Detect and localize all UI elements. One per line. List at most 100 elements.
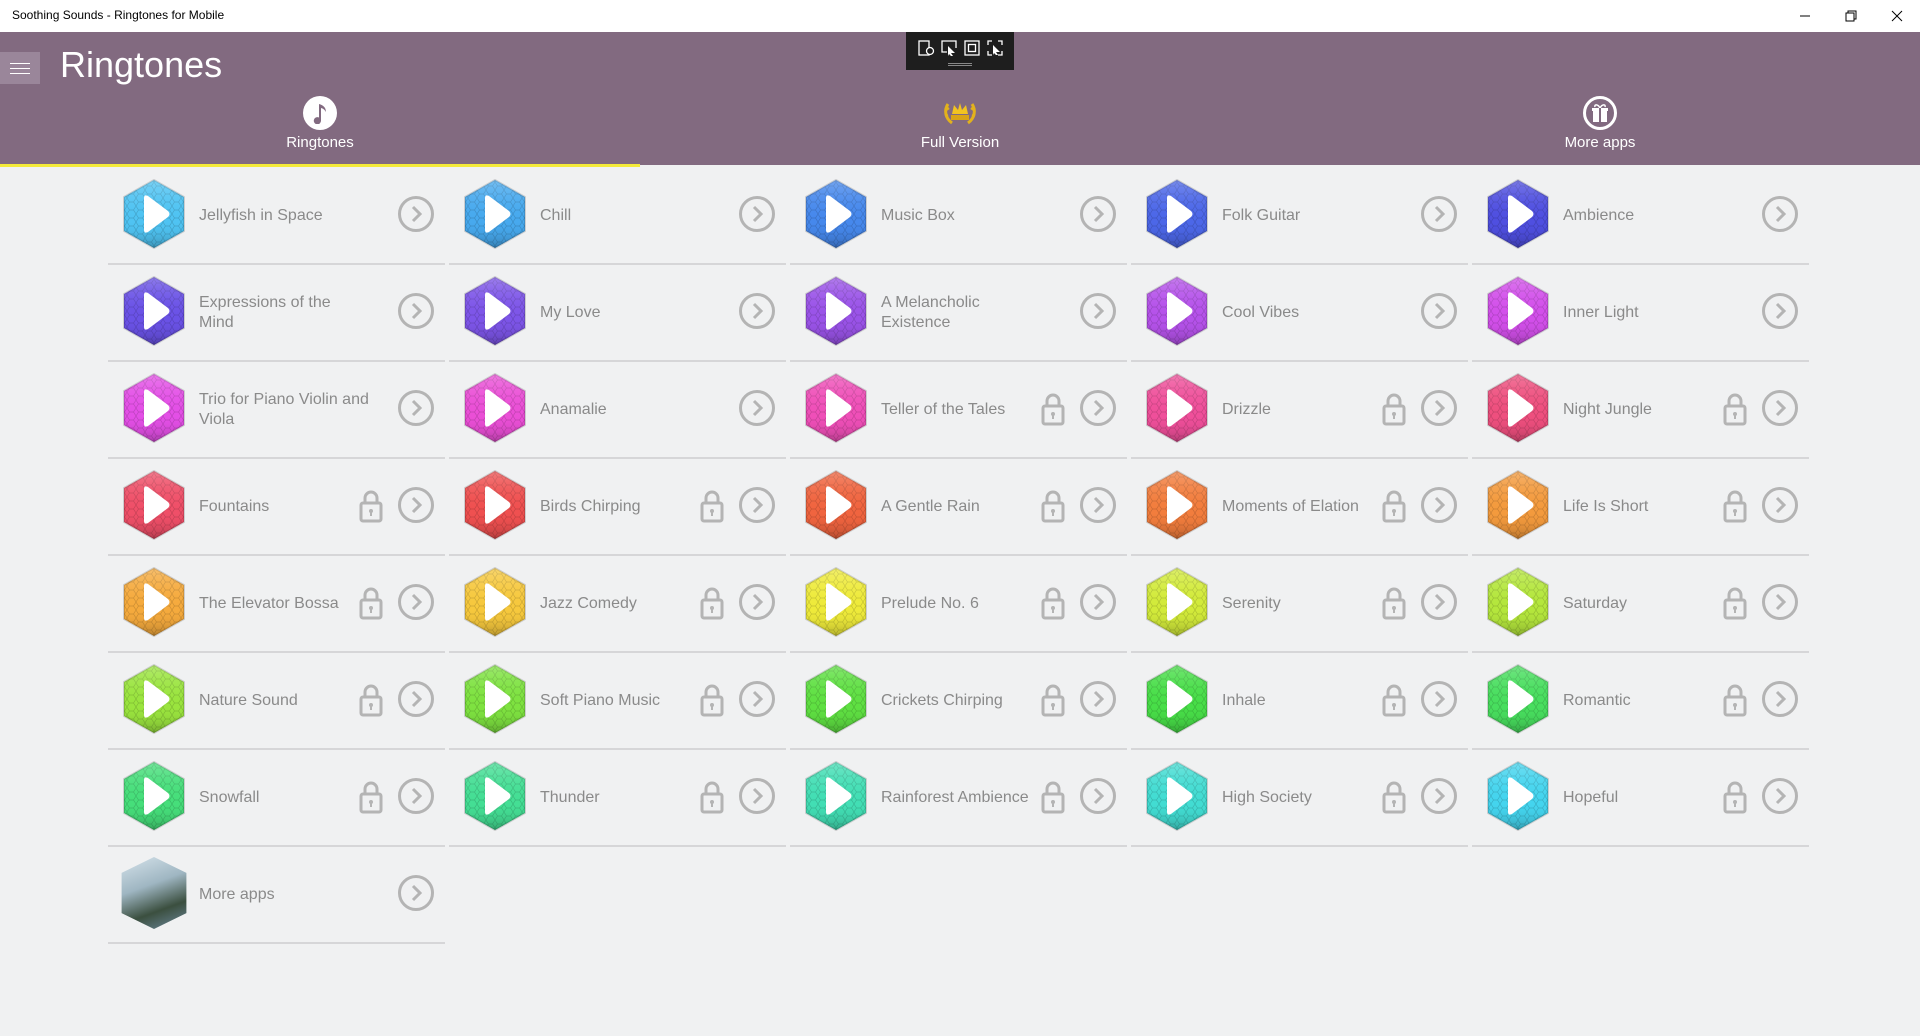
play-button[interactable] [1482, 275, 1554, 347]
ringtone-item[interactable]: My Love [449, 265, 786, 362]
play-button[interactable] [800, 760, 872, 832]
ringtone-item[interactable]: Birds Chirping [449, 459, 786, 556]
ringtone-item[interactable]: Fountains [108, 459, 445, 556]
ringtone-item[interactable]: The Elevator Bossa [108, 556, 445, 653]
open-details-button[interactable] [1421, 487, 1457, 523]
ringtone-item[interactable]: Jellyfish in Space [108, 168, 445, 265]
play-button[interactable] [118, 275, 190, 347]
restore-button[interactable] [1828, 0, 1874, 32]
play-button[interactable] [459, 372, 531, 444]
play-button[interactable] [800, 372, 872, 444]
open-details-button[interactable] [1762, 390, 1798, 426]
ringtone-item[interactable]: A Gentle Rain [790, 459, 1127, 556]
play-button[interactable] [118, 663, 190, 735]
open-details-button[interactable] [398, 293, 434, 329]
open-details-button[interactable] [1762, 681, 1798, 717]
open-details-button[interactable] [1080, 293, 1116, 329]
open-details-button[interactable] [1421, 778, 1457, 814]
open-details-button[interactable] [739, 778, 775, 814]
ringtone-item[interactable]: Romantic [1472, 653, 1809, 750]
ringtone-item[interactable]: Life Is Short [1472, 459, 1809, 556]
ringtone-item[interactable]: Hopeful [1472, 750, 1809, 847]
ringtone-item[interactable]: High Society [1131, 750, 1468, 847]
ringtone-item[interactable]: Rainforest Ambience [790, 750, 1127, 847]
play-button[interactable] [1141, 372, 1213, 444]
open-details-button[interactable] [398, 778, 434, 814]
open-details-button[interactable] [1762, 584, 1798, 620]
open-details-button[interactable] [398, 487, 434, 523]
open-details-button[interactable] [1762, 487, 1798, 523]
play-button[interactable] [118, 469, 190, 541]
ringtone-item[interactable]: Trio for Piano Violin and Viola [108, 362, 445, 459]
play-button[interactable] [1141, 566, 1213, 638]
ringtone-item[interactable]: Thunder [449, 750, 786, 847]
open-more-apps-button[interactable] [398, 875, 434, 911]
open-details-button[interactable] [1762, 293, 1798, 329]
frame-icon[interactable] [963, 39, 981, 57]
select-element-icon[interactable] [917, 39, 935, 57]
tab-full-version[interactable]: Full Version [640, 94, 1280, 165]
ringtone-item[interactable]: Inner Light [1472, 265, 1809, 362]
play-button[interactable] [118, 566, 190, 638]
open-details-button[interactable] [739, 487, 775, 523]
open-details-button[interactable] [739, 584, 775, 620]
play-button[interactable] [118, 760, 190, 832]
play-button[interactable] [459, 566, 531, 638]
play-button[interactable] [1141, 275, 1213, 347]
play-button[interactable] [800, 178, 872, 250]
play-button[interactable] [118, 178, 190, 250]
more-apps-item[interactable]: More apps [108, 847, 445, 944]
play-button[interactable] [800, 566, 872, 638]
play-button[interactable] [1482, 566, 1554, 638]
hamburger-menu-button[interactable] [0, 52, 40, 84]
open-details-button[interactable] [1421, 196, 1457, 232]
ringtone-item[interactable]: Cool Vibes [1131, 265, 1468, 362]
ringtone-item[interactable]: A Melancholic Existence [790, 265, 1127, 362]
ringtone-item[interactable]: Nature Sound [108, 653, 445, 750]
open-details-button[interactable] [1421, 584, 1457, 620]
ringtone-item[interactable]: Jazz Comedy [449, 556, 786, 653]
ringtone-item[interactable]: Soft Piano Music [449, 653, 786, 750]
open-details-button[interactable] [739, 293, 775, 329]
tab-more-apps[interactable]: More apps [1280, 94, 1920, 165]
open-details-button[interactable] [739, 390, 775, 426]
play-button[interactable] [800, 663, 872, 735]
play-button[interactable] [459, 469, 531, 541]
play-button[interactable] [800, 469, 872, 541]
open-details-button[interactable] [739, 196, 775, 232]
ringtone-item[interactable]: Inhale [1131, 653, 1468, 750]
open-details-button[interactable] [1421, 390, 1457, 426]
open-details-button[interactable] [1080, 487, 1116, 523]
close-button[interactable] [1874, 0, 1920, 32]
open-details-button[interactable] [398, 681, 434, 717]
tab-ringtones[interactable]: Ringtones [0, 94, 640, 167]
open-details-button[interactable] [739, 681, 775, 717]
play-button[interactable] [1141, 469, 1213, 541]
open-details-button[interactable] [1080, 681, 1116, 717]
play-button[interactable] [1482, 178, 1554, 250]
ringtone-item[interactable]: Anamalie [449, 362, 786, 459]
play-button[interactable] [1141, 760, 1213, 832]
ringtone-item[interactable]: Moments of Elation [1131, 459, 1468, 556]
open-details-button[interactable] [1080, 778, 1116, 814]
open-details-button[interactable] [398, 584, 434, 620]
play-button[interactable] [1141, 178, 1213, 250]
minimize-button[interactable] [1782, 0, 1828, 32]
open-details-button[interactable] [398, 196, 434, 232]
play-button[interactable] [459, 275, 531, 347]
ringtone-item[interactable]: Night Jungle [1472, 362, 1809, 459]
open-details-button[interactable] [1080, 584, 1116, 620]
ringtone-item[interactable]: Snowfall [108, 750, 445, 847]
play-button[interactable] [1482, 663, 1554, 735]
play-button[interactable] [1482, 760, 1554, 832]
play-button[interactable] [459, 178, 531, 250]
open-details-button[interactable] [398, 390, 434, 426]
ringtone-item[interactable]: Saturday [1472, 556, 1809, 653]
open-details-button[interactable] [1762, 196, 1798, 232]
play-button[interactable] [459, 760, 531, 832]
play-button[interactable] [1141, 663, 1213, 735]
ringtone-item[interactable]: Teller of the Tales [790, 362, 1127, 459]
open-details-button[interactable] [1421, 293, 1457, 329]
ringtone-item[interactable]: Crickets Chirping [790, 653, 1127, 750]
play-button[interactable] [1482, 372, 1554, 444]
